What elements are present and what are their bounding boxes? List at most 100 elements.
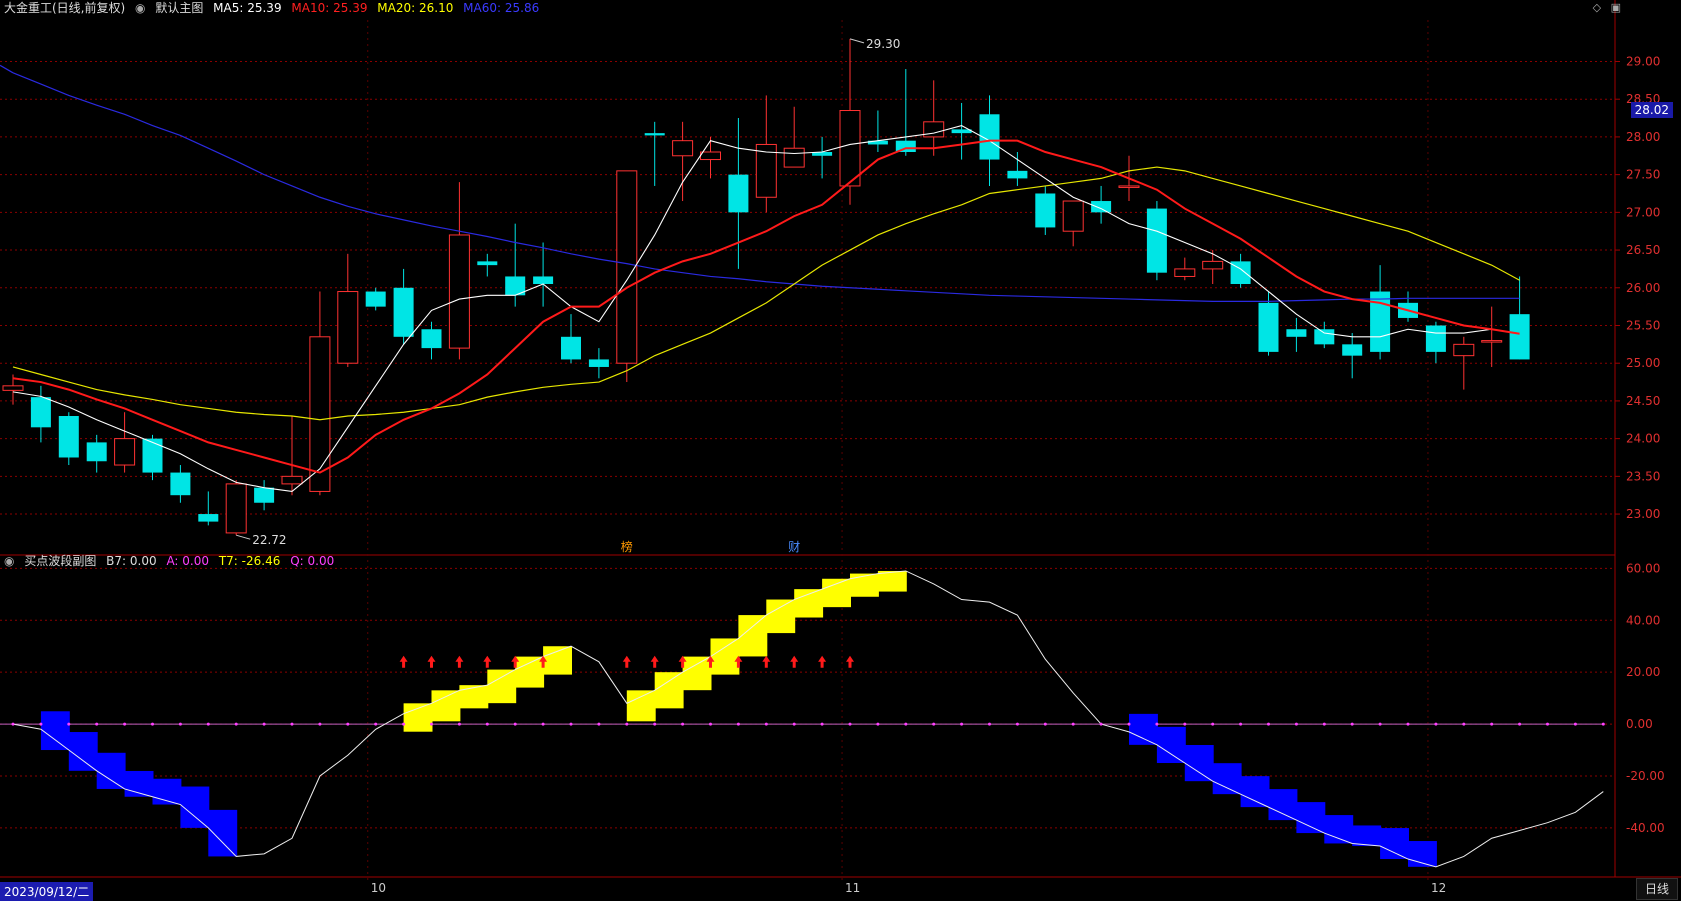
osc-zero-dot xyxy=(346,722,350,726)
candle-body xyxy=(1118,185,1140,188)
sub-chart-title[interactable]: 买点波段副图 xyxy=(24,554,96,568)
collapse-icon-sub[interactable]: ◉ xyxy=(4,554,14,568)
collapse-icon[interactable]: ◉ xyxy=(135,1,145,15)
osc-step-down xyxy=(180,786,210,828)
price-tick-label: 26.00 xyxy=(1626,281,1660,295)
candle-body xyxy=(2,385,24,391)
osc-zero-dot xyxy=(1127,722,1131,726)
osc-zero-dot xyxy=(1518,722,1522,726)
q-label: Q: 0.00 xyxy=(290,554,335,568)
osc-zero-dot xyxy=(541,722,545,726)
osc-zero-dot xyxy=(597,722,601,726)
osc-zero-dot xyxy=(1434,722,1438,726)
osc-zero-dot xyxy=(1546,722,1549,726)
osc-step-up xyxy=(626,690,656,722)
candle-body xyxy=(142,438,163,473)
candle-body xyxy=(1481,340,1503,343)
candle-body xyxy=(365,291,386,307)
osc-step-up xyxy=(543,646,572,675)
up-arrow-icon xyxy=(399,655,408,668)
event-marker-2: 财 xyxy=(788,540,800,554)
window-icon[interactable]: ▣ xyxy=(1611,1,1621,14)
osc-tick-label: 60.00 xyxy=(1626,561,1660,575)
osc-zero-dot xyxy=(430,722,433,726)
osc-step-up xyxy=(654,672,684,709)
osc-zero-dot xyxy=(904,722,908,726)
candle-body xyxy=(1202,260,1224,270)
candle-body xyxy=(728,174,749,213)
osc-step-down xyxy=(1352,825,1382,847)
stock-title[interactable]: 大金重工(日线,前复权) xyxy=(4,1,125,15)
osc-zero-dot xyxy=(1267,722,1270,726)
osc-zero-dot xyxy=(1573,722,1577,726)
osc-zero-dot xyxy=(681,722,685,726)
candle-body xyxy=(337,291,359,364)
candle-body xyxy=(281,475,303,485)
price-tick-label: 25.00 xyxy=(1626,356,1660,370)
up-arrow-icon xyxy=(846,655,854,668)
low-pointer xyxy=(236,534,251,540)
diamond-icon[interactable]: ◇ xyxy=(1593,1,1601,14)
ma60-label: MA60: 25.86 xyxy=(463,1,540,15)
candle-body xyxy=(1286,329,1307,337)
main-header: 大金重工(日线,前复权) ◉ 默认主图 MA5: 25.39 MA10: 25.… xyxy=(4,0,545,17)
month-label: 11 xyxy=(845,881,860,895)
up-arrow-icon xyxy=(483,655,492,668)
osc-zero-dot xyxy=(206,722,210,726)
osc-tick-label: 20.00 xyxy=(1626,665,1660,679)
candle-body xyxy=(1453,343,1475,357)
osc-zero-dot xyxy=(151,722,154,726)
osc-step-up xyxy=(766,599,796,634)
price-tick-label: 24.00 xyxy=(1626,432,1660,446)
ma60-line-extension xyxy=(0,64,14,74)
osc-zero-dot xyxy=(1043,722,1047,726)
osc-step-up xyxy=(877,570,907,592)
osc-step-up xyxy=(738,615,768,657)
osc-step-up xyxy=(487,669,517,704)
osc-tick-label: 0.00 xyxy=(1626,717,1653,731)
candle-body xyxy=(477,261,498,266)
osc-zero-dot xyxy=(1378,722,1382,726)
osc-step-up xyxy=(459,685,489,709)
kline-chart[interactable]: 10 11 12 29.0028.5028.0027.5027.0026.5026.… xyxy=(0,0,1681,900)
osc-step-down xyxy=(1129,713,1158,745)
event-marker-1: 榜 xyxy=(621,539,633,554)
month-label: 12 xyxy=(1431,881,1446,895)
t7-label: T7: -26.46 xyxy=(218,554,281,568)
osc-step-up xyxy=(710,638,740,675)
osc-step-down xyxy=(96,752,126,789)
price-tick-label: 28.00 xyxy=(1626,130,1660,144)
price-tick-label: 23.50 xyxy=(1626,469,1660,483)
candle-body xyxy=(1062,200,1084,232)
osc-zero-dot xyxy=(374,722,378,726)
high-label: 29.30 xyxy=(866,37,900,51)
sub-header: ◉ 买点波段副图 B7: 0.00 A: 0.00 T7: -26.46 Q: … xyxy=(4,552,340,570)
osc-step-down xyxy=(68,732,98,771)
osc-zero-dot xyxy=(709,722,712,726)
candle-body xyxy=(616,170,638,364)
candle-body xyxy=(448,234,470,349)
candle-body xyxy=(672,140,694,157)
osc-tick-label: -40.00 xyxy=(1626,821,1665,835)
main-chart-label[interactable]: 默认主图 xyxy=(155,1,203,15)
osc-zero-dot xyxy=(625,722,629,726)
candle-body xyxy=(783,147,805,168)
osc-zero-dot xyxy=(1601,722,1605,726)
period-button[interactable]: 日线 xyxy=(1636,878,1678,900)
osc-zero-dot xyxy=(736,722,740,726)
osc-zero-dot xyxy=(95,722,99,726)
ma10-label: MA10: 25.39 xyxy=(291,1,368,15)
osc-zero-dot xyxy=(39,722,43,726)
osc-zero-dot xyxy=(1155,722,1159,726)
price-tick-label: 25.50 xyxy=(1626,318,1660,332)
high-pointer xyxy=(849,38,865,44)
osc-step-down xyxy=(1324,815,1354,844)
osc-zero-dot xyxy=(234,722,238,726)
osc-zero-dot xyxy=(569,722,573,726)
candle-body xyxy=(30,397,51,428)
osc-zero-dot xyxy=(1211,722,1215,726)
candle-body xyxy=(1425,325,1446,352)
low-label: 22.72 xyxy=(252,533,286,547)
price-tick-label: 26.50 xyxy=(1626,243,1660,257)
osc-step-up xyxy=(794,589,824,618)
